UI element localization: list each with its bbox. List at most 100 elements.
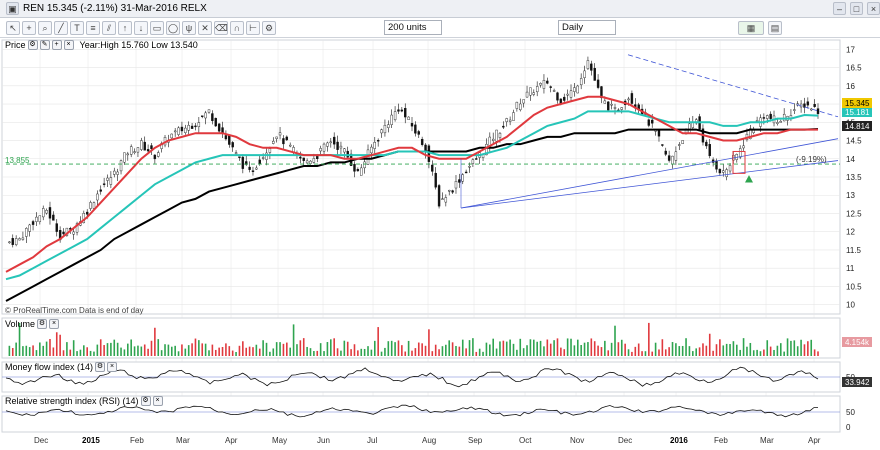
- channel-tool-icon[interactable]: ⫽: [102, 21, 116, 35]
- volume-bar: [343, 340, 346, 356]
- candle-body: [99, 189, 102, 192]
- candle-body: [339, 145, 343, 149]
- cursor-tool-icon[interactable]: ↖: [6, 21, 20, 35]
- candle-body: [123, 152, 126, 163]
- volume-bar: [807, 341, 809, 356]
- delete-tool-icon[interactable]: ⌫: [214, 21, 228, 35]
- volume-bar: [580, 345, 582, 356]
- x-tick-label: Feb: [130, 436, 144, 445]
- volume-bar: [533, 339, 535, 356]
- candle-body: [170, 133, 173, 139]
- price-edit-icon[interactable]: ✎: [39, 40, 50, 50]
- volume-bar: [154, 327, 156, 356]
- arrow-up-tool-icon[interactable]: ↑: [118, 21, 132, 35]
- volume-bar: [137, 345, 139, 356]
- volume-bar: [705, 345, 708, 356]
- candle-body: [102, 183, 106, 185]
- candle-body: [201, 115, 204, 117]
- volume-bar: [76, 351, 78, 356]
- candle-body: [495, 129, 498, 142]
- volume-bar: [553, 340, 555, 356]
- candle-body: [194, 125, 197, 128]
- volume-bar: [390, 340, 393, 356]
- volume-bar: [299, 340, 302, 356]
- candle-body: [769, 113, 772, 119]
- volume-bar: [79, 349, 82, 356]
- ruler-tool-icon[interactable]: ⊢: [246, 21, 260, 35]
- candle-body: [681, 140, 684, 144]
- broker-icon[interactable]: ▦: [738, 21, 764, 35]
- candle-body: [586, 60, 590, 69]
- watermark: © ProRealTime.com Data is end of day: [5, 306, 144, 315]
- volume-bar: [651, 351, 654, 356]
- candle-body: [180, 126, 184, 132]
- volume-bar: [732, 341, 735, 356]
- volume-bar: [319, 343, 322, 356]
- period-select[interactable]: Daily: [558, 20, 616, 35]
- volume-bar: [191, 343, 193, 356]
- candle-body: [214, 117, 217, 127]
- candle-body: [113, 170, 116, 175]
- volume-bar: [187, 345, 190, 356]
- candle-body: [31, 221, 35, 225]
- rsi-settings-icon[interactable]: ⚙: [140, 396, 151, 406]
- candle-body: [383, 124, 387, 134]
- gann-tool-icon[interactable]: ✕: [198, 21, 212, 35]
- volume-bar: [769, 346, 772, 356]
- mfi-close-icon[interactable]: ×: [107, 362, 118, 372]
- candle-body: [525, 91, 529, 98]
- ellipse-tool-icon[interactable]: ◯: [166, 21, 180, 35]
- candle-body: [556, 92, 559, 101]
- candle-body: [211, 113, 214, 122]
- arrow-down-tool-icon[interactable]: ↓: [134, 21, 148, 35]
- volume-bar: [103, 345, 105, 356]
- candle-body: [387, 124, 390, 128]
- volume-bar: [495, 348, 498, 356]
- volume-bar: [773, 349, 775, 356]
- price-add-icon[interactable]: +: [51, 40, 62, 50]
- maximize-icon[interactable]: □: [850, 2, 863, 15]
- units-select[interactable]: 200 units: [384, 20, 442, 35]
- minimize-icon[interactable]: –: [833, 2, 846, 15]
- fibonacci-tool-icon[interactable]: ≡: [86, 21, 100, 35]
- mfi-settings-icon[interactable]: ⚙: [95, 362, 106, 372]
- layout-icon[interactable]: ▤: [768, 21, 782, 35]
- volume-bar: [587, 342, 589, 356]
- price-settings-icon[interactable]: ⚙: [27, 40, 38, 50]
- volume-bar: [736, 344, 738, 356]
- rsi-close-icon[interactable]: ×: [152, 396, 163, 406]
- y-tick-label: 16.5: [846, 64, 862, 73]
- volume-bar: [424, 345, 427, 356]
- crosshair-tool-icon[interactable]: +: [22, 21, 36, 35]
- pitchfork-tool-icon[interactable]: ψ: [182, 21, 196, 35]
- rectangle-tool-icon[interactable]: ▭: [150, 21, 164, 35]
- settings-tool-icon[interactable]: ⚙: [262, 21, 276, 35]
- magnet-tool-icon[interactable]: ∩: [230, 21, 244, 35]
- candle-body: [326, 142, 329, 147]
- candle-body: [85, 211, 89, 215]
- volume-bar: [225, 343, 227, 356]
- volume-close-icon[interactable]: ×: [49, 319, 60, 329]
- candle-body: [261, 157, 265, 159]
- volume-bar: [407, 340, 410, 356]
- candle-body: [583, 70, 586, 78]
- candle-body: [810, 108, 813, 111]
- zoom-tool-icon[interactable]: ⌕: [38, 21, 52, 35]
- line-tool-icon[interactable]: ╱: [54, 21, 68, 35]
- ma-badge-2-text: 14.814: [845, 122, 870, 131]
- volume-bar: [143, 344, 146, 356]
- price-close-icon[interactable]: ×: [63, 40, 74, 50]
- candle-body: [140, 140, 143, 150]
- volume-settings-icon[interactable]: ⚙: [37, 319, 48, 329]
- candle-body: [546, 80, 549, 84]
- y-tick-label: 12: [846, 228, 855, 237]
- candle-body: [336, 141, 339, 150]
- candle-body: [106, 177, 109, 181]
- volume-bar: [89, 350, 92, 356]
- text-tool-icon[interactable]: T: [70, 21, 84, 35]
- chart-area[interactable]: 1010.51111.51212.51313.51414.51515.51616…: [0, 38, 880, 450]
- candle-body: [272, 140, 275, 144]
- close-icon[interactable]: ×: [867, 2, 880, 15]
- window-title: REN 15.345 (-2.11%) 31-Mar-2016 RELX: [23, 3, 207, 14]
- x-tick-label: May: [272, 436, 287, 445]
